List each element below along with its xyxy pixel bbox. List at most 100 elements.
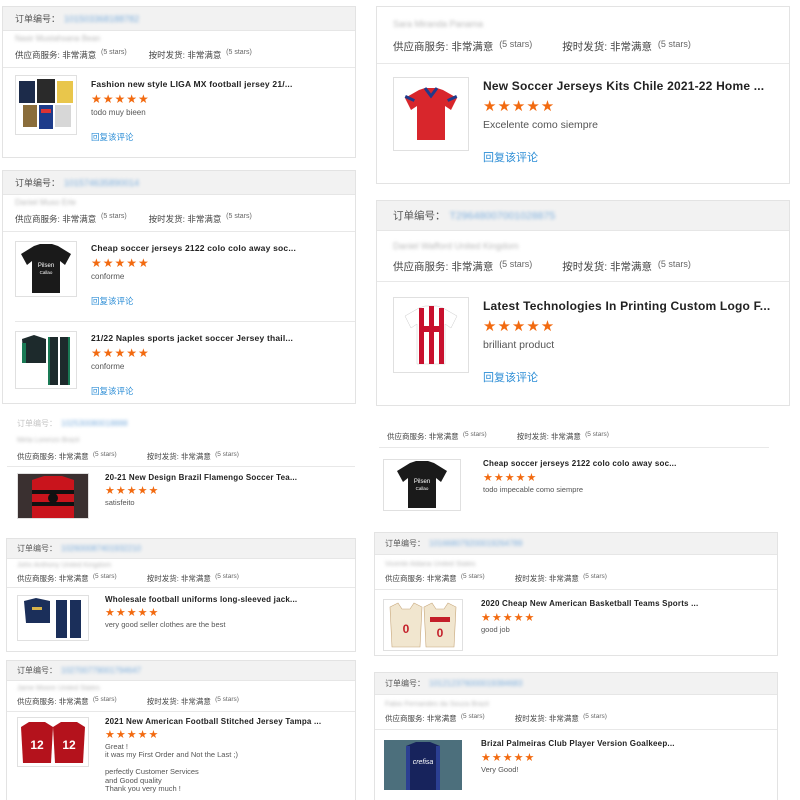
product-thumbnail[interactable]: [17, 473, 89, 519]
order-number-label: 订单编号：: [385, 679, 425, 688]
order-header: 订单编号： 101574635890014: [3, 171, 355, 195]
order-number[interactable]: 101212376000019384683: [429, 679, 522, 688]
buyer-name: Daniel Wafford United Kingdom: [393, 241, 519, 251]
product-thumbnail[interactable]: crefisa: [383, 739, 463, 791]
product-title[interactable]: 21/22 Naples sports jacket soccer Jersey…: [91, 333, 293, 343]
review-item: Pilsen Callao Cheap soccer jerseys 2122 …: [15, 241, 347, 309]
review-item: Pilsen Callao Cheap soccer jerseys 2122 …: [383, 459, 783, 511]
review-comment: Excelente como siempre: [483, 119, 598, 131]
rating-row: 供应商服务: 非常满意 (5 stars) 按时发货: 非常满意 (5 star…: [17, 696, 239, 707]
on-time-shipping-value: 非常满意: [548, 574, 579, 583]
order-number[interactable]: T29648007001028875: [450, 210, 556, 222]
product-title[interactable]: Cheap soccer jerseys 2122 colo colo away…: [91, 243, 296, 253]
supplier-service-value: 非常满意: [451, 261, 494, 273]
on-time-shipping-stars: (5 stars): [657, 259, 691, 269]
supplier-service-label: 供应商服务:: [17, 452, 57, 461]
product-thumbnail[interactable]: [17, 595, 89, 641]
product-thumbnail[interactable]: Pilsen Callao: [383, 459, 461, 511]
on-time-shipping-label: 按时发货:: [146, 697, 179, 706]
product-title[interactable]: New Soccer Jerseys Kits Chile 2021-22 Ho…: [483, 79, 764, 93]
buyer-name: Mirta Lorenzo Brazil: [17, 437, 80, 444]
supplier-service-value: 非常满意: [58, 574, 89, 583]
product-thumbnail[interactable]: 12 12: [17, 717, 89, 767]
order-number[interactable]: 101668079200019264789: [429, 539, 522, 548]
supplier-service-stars: (5 stars): [101, 49, 127, 56]
supplier-service-label: 供应商服务:: [385, 714, 425, 723]
buyer-name: Sara Miranda Panama: [393, 19, 484, 29]
review-comment: conforme: [91, 362, 125, 371]
reply-link[interactable]: 回复该评论: [483, 369, 538, 385]
buyer-name: Jame Moore United States: [17, 685, 100, 692]
review-panel-4: 订单编号： T29648007001028875 Daniel Wafford …: [376, 200, 790, 406]
product-title[interactable]: Cheap soccer jerseys 2122 colo colo away…: [483, 459, 677, 468]
on-time-shipping-value: 非常满意: [187, 214, 222, 224]
review-comment: good job: [481, 625, 510, 634]
star-rating: ★★★★★: [91, 346, 150, 360]
supplier-service-value: 非常满意: [451, 41, 494, 53]
review-panel-3: 订单编号： 101574635890014 Daniel Muso Erle 供…: [2, 170, 356, 404]
order-number-label: 订单编号：: [15, 178, 61, 188]
order-number[interactable]: 102700779001794647: [61, 666, 141, 675]
order-header: 订单编号： T29648007001028875: [377, 201, 789, 231]
supplier-service-stars: (5 stars): [460, 713, 485, 720]
order-number[interactable]: 101503368188782: [64, 14, 139, 24]
product-thumbnail[interactable]: [15, 75, 77, 135]
on-time-shipping-label: 按时发货:: [516, 432, 549, 441]
product-title[interactable]: Latest Technologies In Printing Custom L…: [483, 299, 770, 313]
supplier-service-value: 非常满意: [426, 574, 457, 583]
reply-link[interactable]: 回复该评论: [91, 295, 134, 307]
on-time-shipping-stars: (5 stars): [583, 573, 607, 580]
on-time-shipping-stars: (5 stars): [215, 451, 239, 458]
review-comment: Very Good!: [481, 765, 519, 774]
rating-row: 供应商服务: 非常满意 (5 stars) 按时发货: 非常满意 (5 star…: [385, 713, 607, 724]
on-time-shipping-stars: (5 stars): [215, 573, 239, 580]
on-time-shipping-stars: (5 stars): [583, 713, 607, 720]
reply-link[interactable]: 回复该评论: [91, 131, 134, 143]
on-time-shipping-value: 非常满意: [610, 261, 653, 273]
product-title[interactable]: Fashion new style LIGA MX football jerse…: [91, 79, 293, 89]
on-time-shipping-label: 按时发货:: [514, 574, 547, 583]
order-number[interactable]: 102530080018888: [61, 419, 128, 428]
product-title[interactable]: 2021 New American Football Stitched Jers…: [105, 717, 321, 726]
basketball-jerseys-image: 0 0: [389, 602, 457, 648]
supplier-service-stars: (5 stars): [92, 573, 117, 580]
buyer-name: Vicente Aldana United States: [385, 561, 476, 568]
on-time-shipping-stars: (5 stars): [226, 213, 252, 220]
supplier-service-label: 供应商服务:: [17, 697, 57, 706]
product-thumbnail[interactable]: [393, 297, 469, 373]
order-number-label: 订单编号：: [17, 418, 57, 428]
reply-link[interactable]: 回复该评论: [483, 149, 538, 165]
product-title[interactable]: 2020 Cheap New American Basketball Teams…: [481, 599, 698, 608]
jersey-collage-image: [19, 79, 73, 129]
product-thumbnail[interactable]: Pilsen Callao: [15, 241, 77, 297]
review-comment: Great ! it was my First Order and Not th…: [105, 742, 238, 793]
order-number[interactable]: 102600087401932210: [61, 544, 141, 553]
review-panel-2: Sara Miranda Panama 供应商服务: 非常满意 (5 stars…: [376, 6, 790, 184]
product-thumbnail[interactable]: [15, 331, 77, 389]
on-time-shipping-value: 非常满意: [610, 41, 653, 53]
reply-link[interactable]: 回复该评论: [91, 385, 134, 397]
order-number-label: 订单编号：: [385, 539, 425, 548]
product-thumbnail[interactable]: [393, 77, 469, 151]
product-title[interactable]: 20-21 New Design Brazil Flamengo Soccer …: [105, 473, 297, 482]
product-title[interactable]: Wholesale football uniforms long-sleeved…: [105, 595, 297, 604]
product-thumbnail[interactable]: 0 0: [383, 599, 463, 651]
rating-row: 供应商服务: 非常满意 (5 stars) 按时发货: 非常满意 (5 star…: [17, 573, 239, 584]
on-time-shipping-value: 非常满意: [187, 50, 222, 60]
on-time-shipping-value: 非常满意: [180, 452, 211, 461]
striped-jersey-image: [404, 305, 458, 365]
product-title[interactable]: Brizal Palmeiras Club Player Version Goa…: [481, 739, 675, 748]
jersey-number-text: 0: [403, 622, 410, 636]
star-rating: ★★★★★: [481, 752, 536, 764]
supplier-service-stars: (5 stars): [92, 696, 117, 703]
review-item: crefisa Brizal Palmeiras Club Player Ver…: [383, 739, 771, 791]
review-comment: brilliant product: [483, 339, 555, 351]
supplier-service-value: 非常满意: [428, 432, 459, 441]
jersey-sponsor-text: Pilsen: [414, 479, 430, 485]
review-panel-1: 订单编号： 101503368188782 Nasir Mustahsana B…: [2, 6, 356, 158]
order-number-label: 订单编号：: [17, 666, 57, 675]
order-number[interactable]: 101574635890014: [64, 178, 139, 188]
review-panel-7: 订单编号： 102600087401932210 John Anthony Un…: [6, 538, 356, 652]
order-number-label: 订单编号：: [15, 14, 61, 24]
rating-row: 供应商服务: 非常满意 (5 stars) 按时发货: 非常满意 (5 star…: [385, 573, 607, 584]
